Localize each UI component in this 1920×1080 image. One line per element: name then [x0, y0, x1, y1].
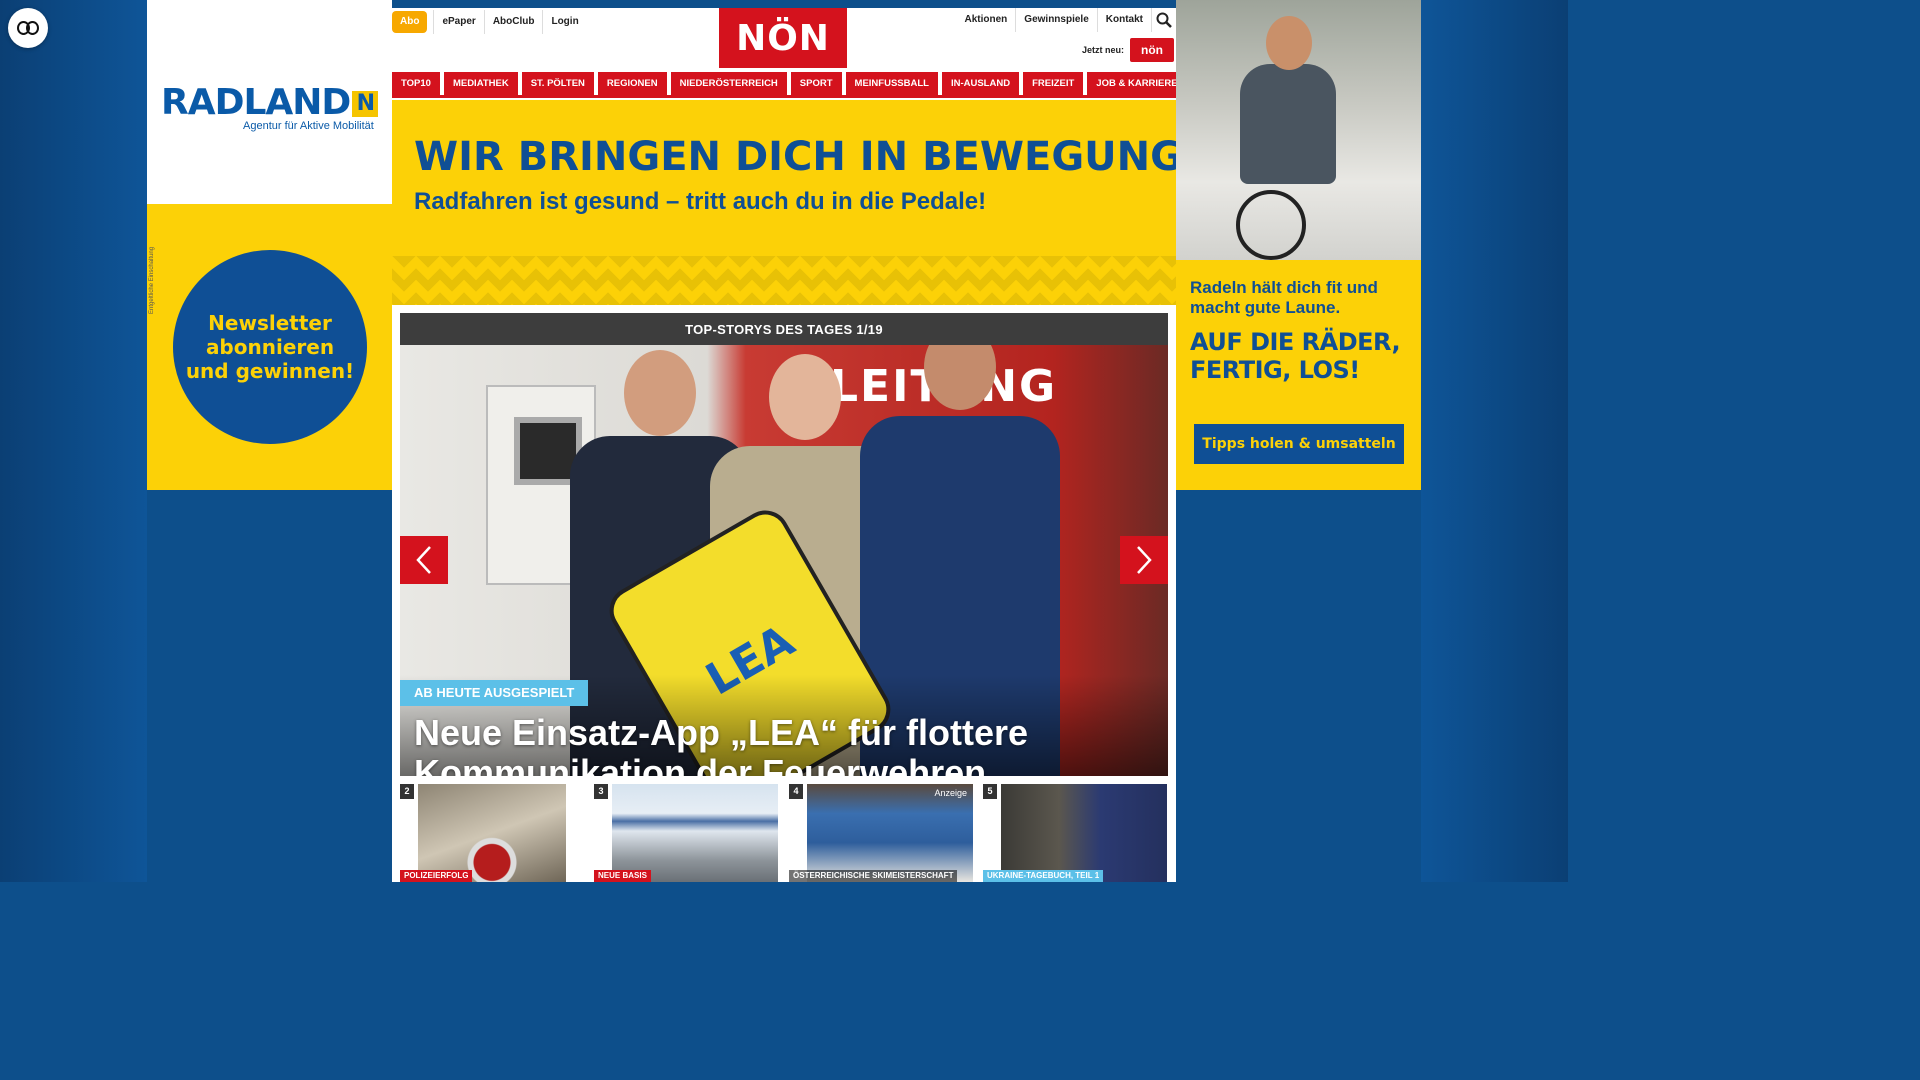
kids-non-logo[interactable]: nön: [1130, 38, 1174, 62]
gewinnspiele-link[interactable]: Gewinnspiele: [1016, 8, 1098, 32]
thumb-story-2[interactable]: 2 POLIZEIERFOLG: [400, 784, 566, 882]
non-logo[interactable]: NÖN: [719, 8, 847, 68]
radland-tagline: Agentur für Aktive Mobilität: [243, 120, 374, 132]
login-link[interactable]: Login: [542, 10, 586, 34]
slider-next-button[interactable]: [1120, 536, 1168, 584]
chevron-right-icon: [1137, 546, 1152, 574]
thumb-image: [612, 784, 778, 882]
aboclub-link[interactable]: AboClub: [483, 10, 543, 34]
search-icon: [1156, 12, 1172, 28]
thumb-tag: UKRAINE-TAGEBUCH, TEIL 1: [983, 870, 1104, 882]
nav-niederoesterreich[interactable]: NIEDERÖSTERREICH: [670, 72, 787, 95]
aktionen-link[interactable]: Aktionen: [957, 8, 1017, 32]
story-thumbnails: 2 POLIZEIERFOLG 3 NEUE BASIS 4 Anzeige Ö…: [400, 784, 1168, 882]
thumb-tag: ÖSTERREICHISCHE SKIMEISTERSCHAFT: [789, 870, 958, 882]
thumb-tag: NEUE BASIS: [594, 870, 651, 882]
radland-logo-box: RADLAND N Agentur für Aktive Mobilität: [147, 0, 392, 204]
nav-regionen[interactable]: REGIONEN: [597, 72, 667, 95]
story-headline[interactable]: Neue Einsatz-App „LEA“ für flottere Komm…: [414, 713, 1154, 777]
thumb-image: [807, 784, 973, 882]
newsletter-panel: Entgeltliche Einschaltung Newsletter abo…: [147, 204, 392, 490]
jetzt-neu-label: Jetzt neu:: [1081, 45, 1124, 55]
thumb-number: 4: [789, 784, 803, 799]
slider-prev-button[interactable]: [400, 536, 448, 584]
thumb-number: 5: [983, 784, 997, 799]
radland-banner-ad[interactable]: WIR BRINGEN DICH IN BEWEGUNG. Radfahren …: [392, 100, 1176, 305]
abo-button[interactable]: Abo: [392, 11, 428, 33]
nav-mediathek[interactable]: MEDIATHEK: [443, 72, 518, 95]
story-kicker: AB HEUTE AUSGESPIELT: [400, 680, 589, 706]
nav-sport[interactable]: SPORT: [790, 72, 842, 95]
nav-in-ausland[interactable]: IN-AUSLAND: [941, 72, 1020, 95]
accessibility-icon: [17, 21, 39, 35]
slide-photo[interactable]: LEITUNG LEA AB HEUTE AUSGESPIELT Neue Ei…: [400, 345, 1168, 776]
nav-freizeit[interactable]: FREIZEIT: [1023, 72, 1084, 95]
thumb-tag: POLIZEIERFOLG: [400, 870, 473, 882]
right-ad-tagline: Radeln hält dich fit und macht gute Laun…: [1190, 278, 1378, 317]
category-nav: TOP10 MEDIATHEK ST. PÖLTEN REGIONEN NIED…: [392, 72, 1176, 98]
main-column: Abo ePaper AboClub Login NÖN Aktionen Ge…: [392, 0, 1176, 882]
radland-logo: RADLAND N: [161, 82, 379, 123]
nav-top10[interactable]: TOP10: [392, 72, 440, 95]
newsletter-signup-circle[interactable]: Newsletter abonnieren und gewinnen!: [173, 250, 367, 444]
sponsored-label: Anzeige: [934, 788, 967, 798]
thumb-story-3[interactable]: 3 NEUE BASIS: [594, 784, 778, 882]
top-stripe: [392, 0, 1176, 8]
left-ad-skyscraper[interactable]: RADLAND N Agentur für Aktive Mobilität En…: [147, 0, 392, 490]
ad-fine-print: Entgeltliche Einschaltung: [149, 246, 155, 314]
page-background-left: [0, 0, 147, 882]
thumb-story-4[interactable]: 4 Anzeige ÖSTERREICHISCHE SKIMEISTERSCHA…: [789, 784, 973, 882]
thumb-image: [418, 784, 566, 882]
thumb-image: [1001, 784, 1167, 882]
nav-st-poelten[interactable]: ST. PÖLTEN: [521, 72, 594, 95]
nav-job-karriere[interactable]: JOB & KARRIERE: [1087, 72, 1176, 95]
right-ad-headline: AUF DIE RÄDER, FERTIG, LOS!: [1190, 328, 1401, 384]
epaper-link[interactable]: ePaper: [433, 10, 483, 34]
banner-headline: WIR BRINGEN DICH IN BEWEGUNG.: [414, 134, 1176, 180]
banner-pattern: [392, 256, 1176, 305]
banner-subline: Radfahren ist gesund – tritt auch du in …: [414, 188, 987, 215]
top-stories-slider: TOP-STORYS DES TAGES 1/19 LEITUNG LEA AB…: [400, 313, 1168, 776]
kontakt-link[interactable]: Kontakt: [1098, 8, 1152, 32]
jetzt-neu: Jetzt neu: nön: [1082, 38, 1174, 62]
top-nav-right: Aktionen Gewinnspiele Kontakt: [957, 8, 1176, 32]
page-background-right: [1421, 0, 1568, 882]
thumb-number: 3: [594, 784, 608, 799]
thumb-story-5[interactable]: 5 UKRAINE-TAGEBUCH, TEIL 1: [983, 784, 1167, 882]
cyclist-photo: [1176, 0, 1421, 260]
thumb-number: 2: [400, 784, 414, 799]
tipps-button[interactable]: Tipps holen & umsatteln: [1194, 424, 1404, 464]
chevron-left-icon: [416, 546, 431, 574]
right-ad-skyscraper[interactable]: Radeln hält dich fit und macht gute Laun…: [1176, 0, 1421, 490]
accessibility-button[interactable]: [8, 8, 48, 48]
search-button[interactable]: [1152, 8, 1176, 32]
nav-meinfussball[interactable]: MEINFUSSBALL: [845, 72, 938, 95]
slider-header: TOP-STORYS DES TAGES 1/19: [400, 313, 1168, 345]
top-nav-left: Abo ePaper AboClub Login: [392, 10, 587, 34]
